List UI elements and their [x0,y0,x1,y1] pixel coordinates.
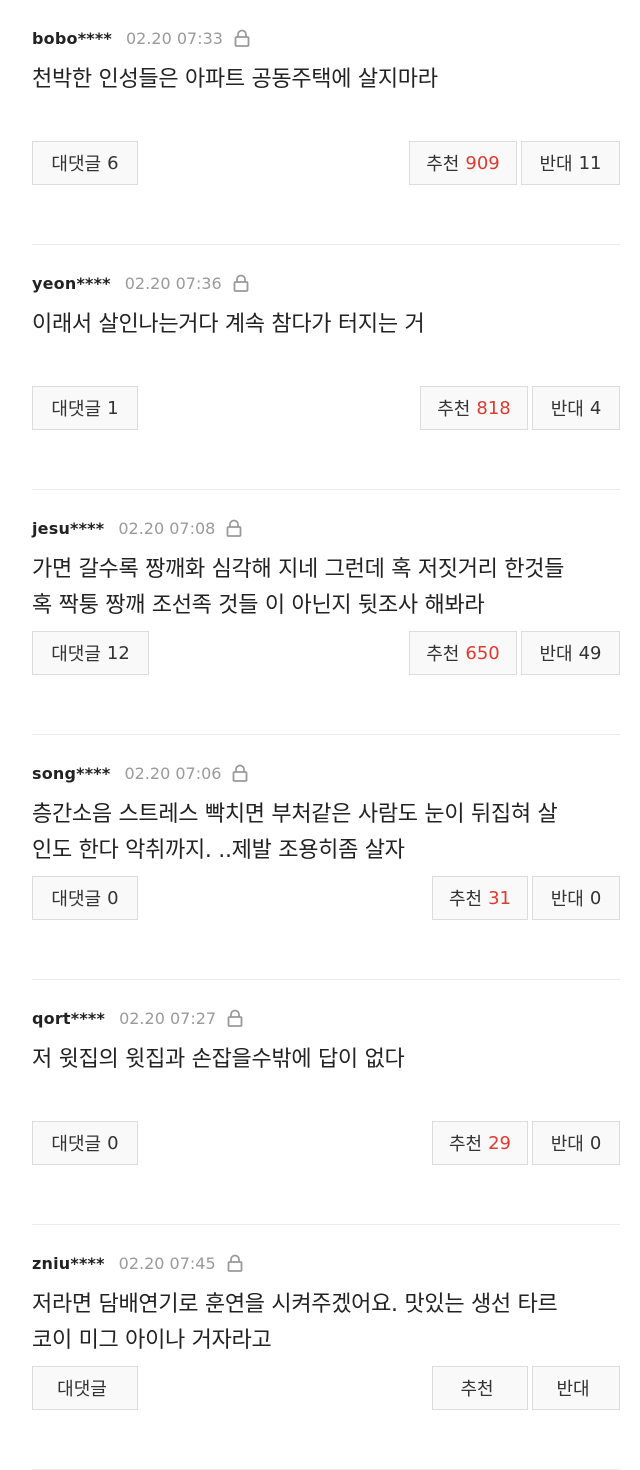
comment-timestamp: 02.20 07:06 [124,763,222,783]
oppose-label: 반대 [539,154,573,175]
comment-timestamp: 02.20 07:08 [118,518,216,538]
comment-username[interactable]: song**** [32,764,110,783]
recommend-count: 818 [476,397,511,419]
oppose-label: 반대 [550,399,584,420]
recommend-label: 추천 [448,889,483,910]
oppose-count: 11 [578,152,602,174]
oppose-button[interactable]: 반대 0 [532,876,620,920]
comment-body: 저라면 담배연기로 훈연을 시켜주겠어요. 맛있는 생선 타르코이 미그 아이나… [32,1287,628,1359]
comment-timestamp: 02.20 07:36 [124,273,222,293]
oppose-label: 반대 [550,1134,584,1155]
oppose-count: 0 [589,887,602,909]
recommend-button[interactable]: 추천 650 [409,631,517,675]
comment-item: song**** 02.20 07:06 층간소음 스트레스 빡치면 부처같은 … [0,735,640,980]
comment-line: 저라면 담배연기로 훈연을 시켜주겠어요. 맛있는 생선 타르 [32,1292,558,1317]
recommend-button[interactable]: 추천 31 [432,876,528,920]
comment-line: 인도 한다 악취까지. ..제발 조용히좀 살자 [32,838,405,863]
comment-body: 천박한 인성들은 아파트 공동주택에 살지마라 [32,62,628,98]
comment-username[interactable]: qort**** [32,1009,105,1028]
recommend-button[interactable]: 추천 [432,1366,528,1410]
reply-button[interactable]: 대댓글 12 [32,631,149,675]
oppose-button[interactable]: 반대 [532,1366,620,1410]
comment-timestamp: 02.20 07:27 [119,1008,217,1028]
comment-timestamp: 02.20 07:33 [125,28,223,48]
comment-line: 층간소음 스트레스 빡치면 부처같은 사람도 눈이 뒤집혀 살 [32,802,558,827]
lock-icon [226,1008,244,1028]
recommend-count: 31 [488,887,512,909]
recommend-label: 추천 [426,644,460,665]
comment-username[interactable]: zniu**** [32,1254,105,1273]
comment-meta: bobo**** 02.20 07:33 [32,26,251,50]
recommend-label: 추천 [448,1134,483,1155]
comment-line: 천박한 인성들은 아파트 공동주택에 살지마라 [32,67,438,92]
oppose-count: 49 [578,642,602,664]
lock-icon [231,763,249,783]
comment-meta: song**** 02.20 07:06 [32,761,249,785]
reply-count: 0 [107,887,119,909]
comment-body: 가면 갈수록 짱깨화 심각해 지네 그런데 혹 저짓거리 한것들혹 짝퉁 짱깨 … [32,552,628,624]
lock-icon [232,273,250,293]
recommend-button[interactable]: 추천 818 [420,386,528,430]
lock-icon [233,28,251,48]
comment-item: zniu**** 02.20 07:45 저라면 담배연기로 훈연을 시켜주겠어… [0,1225,640,1470]
comment-item: qort**** 02.20 07:27 저 윗집의 윗집과 손잡을수밖에 답이… [0,980,640,1225]
comment-line: 혹 짝퉁 짱깨 조선족 것들 이 아닌지 뒷조사 해봐라 [32,593,485,618]
oppose-count: 4 [589,397,602,419]
recommend-label: 추천 [437,399,471,420]
comment-meta: jesu**** 02.20 07:08 [32,516,243,540]
recommend-button[interactable]: 추천 29 [432,1121,528,1165]
reply-label: 대댓글 [51,644,101,665]
reply-button[interactable]: 대댓글 [32,1366,138,1410]
reply-count: 0 [107,1132,119,1154]
comment-body: 층간소음 스트레스 빡치면 부처같은 사람도 눈이 뒤집혀 살인도 한다 악취까… [32,797,628,869]
recommend-label: 추천 [426,154,460,175]
recommend-count: 650 [465,642,500,664]
oppose-label: 반대 [556,1379,590,1400]
comment-item: bobo**** 02.20 07:33 천박한 인성들은 아파트 공동주택에 … [0,0,640,245]
oppose-label: 반대 [550,889,584,910]
recommend-button[interactable]: 추천 909 [409,141,517,185]
reply-label: 대댓글 [51,399,102,420]
reply-label: 대댓글 [51,889,102,910]
recommend-count: 29 [488,1132,512,1154]
oppose-count: 0 [589,1132,602,1154]
comment-username[interactable]: yeon**** [32,274,111,293]
oppose-button[interactable]: 반대 49 [521,631,620,675]
reply-count: 1 [107,397,119,419]
comment-line: 저 윗집의 윗집과 손잡을수밖에 답이 없다 [32,1047,405,1072]
comment-item: yeon**** 02.20 07:36 이래서 살인나는거다 계속 참다가 터… [0,245,640,490]
comment-list: bobo**** 02.20 07:33 천박한 인성들은 아파트 공동주택에 … [0,0,640,1470]
reply-label: 대댓글 [57,1379,107,1400]
comment-timestamp: 02.20 07:45 [118,1253,216,1273]
comment-line: 코이 미그 아이나 거자라고 [32,1328,272,1353]
comment-line: 가면 갈수록 짱깨화 심각해 지네 그런데 혹 저짓거리 한것들 [32,557,565,582]
oppose-button[interactable]: 반대 11 [521,141,620,185]
comment-username[interactable]: bobo**** [32,29,112,48]
comment-item: jesu**** 02.20 07:08 가면 갈수록 짱깨화 심각해 지네 그… [0,490,640,735]
comment-body: 저 윗집의 윗집과 손잡을수밖에 답이 없다 [32,1042,628,1078]
reply-button[interactable]: 대댓글 0 [32,1121,138,1165]
comment-meta: qort**** 02.20 07:27 [32,1006,244,1030]
comment-meta: yeon**** 02.20 07:36 [32,271,250,295]
reply-label: 대댓글 [51,154,102,175]
reply-label: 대댓글 [51,1134,102,1155]
oppose-button[interactable]: 반대 4 [532,386,620,430]
recommend-label: 추천 [460,1379,494,1400]
reply-button[interactable]: 대댓글 6 [32,141,138,185]
comment-line: 이래서 살인나는거다 계속 참다가 터지는 거 [32,312,425,337]
reply-button[interactable]: 대댓글 0 [32,876,138,920]
oppose-label: 반대 [539,644,573,665]
reply-count: 12 [106,642,130,664]
reply-count: 6 [107,152,119,174]
oppose-button[interactable]: 반대 0 [532,1121,620,1165]
lock-icon [226,1253,244,1273]
comment-meta: zniu**** 02.20 07:45 [32,1251,244,1275]
comment-body: 이래서 살인나는거다 계속 참다가 터지는 거 [32,307,628,343]
lock-icon [225,518,243,538]
recommend-count: 909 [465,152,500,174]
reply-button[interactable]: 대댓글 1 [32,386,138,430]
comment-username[interactable]: jesu**** [32,519,104,538]
